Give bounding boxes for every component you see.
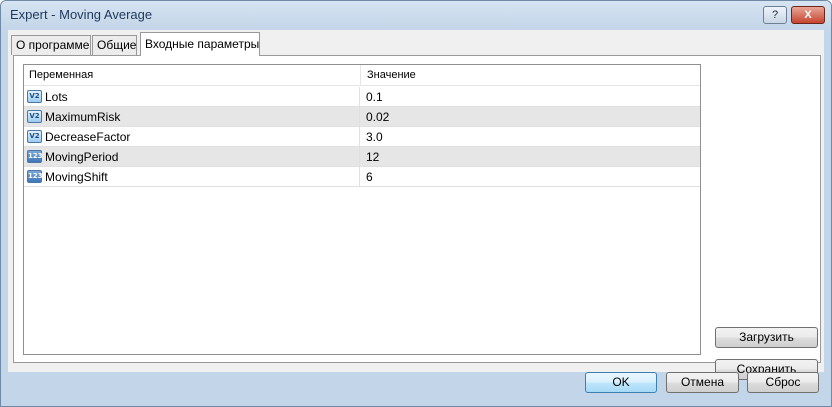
cancel-button[interactable]: Отмена — [666, 372, 739, 393]
reset-button[interactable]: Сброс — [747, 372, 819, 393]
close-button[interactable]: X — [791, 6, 825, 24]
column-header-variable[interactable]: Переменная — [29, 69, 93, 81]
variable-name: MovingPeriod — [45, 150, 119, 164]
title-bar: Expert - Moving Average ? X — [1, 1, 831, 29]
variable-value[interactable]: 6 — [366, 170, 373, 184]
variable-cell: V2 DecreaseFactor — [24, 127, 360, 146]
double-value-icon: V2 — [27, 130, 42, 143]
integer-value-icon: 123 — [27, 150, 43, 163]
column-header-value[interactable]: Значение — [367, 69, 416, 81]
table-row[interactable]: V2 MaximumRisk 0.02 — [24, 107, 700, 127]
tab-about[interactable]: О программе — [11, 35, 91, 55]
variable-cell: V2 Lots — [24, 87, 360, 106]
dialog-body: О программе Общие Входные параметры Пере… — [8, 30, 824, 380]
double-value-icon: V2 — [27, 110, 42, 123]
double-value-icon: V2 — [27, 90, 42, 103]
ok-button[interactable]: OK — [585, 372, 657, 393]
tab-inputs[interactable]: Входные параметры — [140, 32, 260, 56]
column-separator[interactable] — [360, 65, 361, 86]
variable-value[interactable]: 0.02 — [366, 110, 389, 124]
help-button[interactable]: ? — [763, 6, 787, 24]
variable-name: DecreaseFactor — [45, 130, 131, 144]
variable-cell: 123 MovingShift — [24, 167, 360, 186]
variable-name: MaximumRisk — [45, 110, 121, 124]
variable-cell: 123 MovingPeriod — [24, 147, 360, 166]
variable-name: MovingShift — [45, 170, 108, 184]
variable-value[interactable]: 0.1 — [366, 90, 383, 104]
integer-value-icon: 123 — [27, 170, 43, 183]
table-row[interactable]: 123 MovingPeriod 12 — [24, 147, 700, 167]
variable-value[interactable]: 3.0 — [366, 130, 383, 144]
list-header: Переменная Значение — [24, 65, 700, 86]
inputs-panel: Переменная Значение V2 Lots 0.1 V2 Maxim… — [13, 55, 821, 380]
table-row[interactable]: V2 DecreaseFactor 3.0 — [24, 127, 700, 147]
variable-cell: V2 MaximumRisk — [24, 107, 360, 126]
expert-dialog: Expert - Moving Average ? X О программе … — [0, 0, 832, 407]
variable-value[interactable]: 12 — [366, 150, 379, 164]
table-row[interactable]: 123 MovingShift 6 — [24, 167, 700, 187]
load-button[interactable]: Загрузить — [715, 327, 818, 348]
parameters-list: Переменная Значение V2 Lots 0.1 V2 Maxim… — [23, 64, 701, 355]
table-row[interactable]: V2 Lots 0.1 — [24, 87, 700, 107]
window-title: Expert - Moving Average — [10, 7, 153, 22]
variable-name: Lots — [45, 90, 68, 104]
tab-common[interactable]: Общие — [92, 35, 137, 55]
